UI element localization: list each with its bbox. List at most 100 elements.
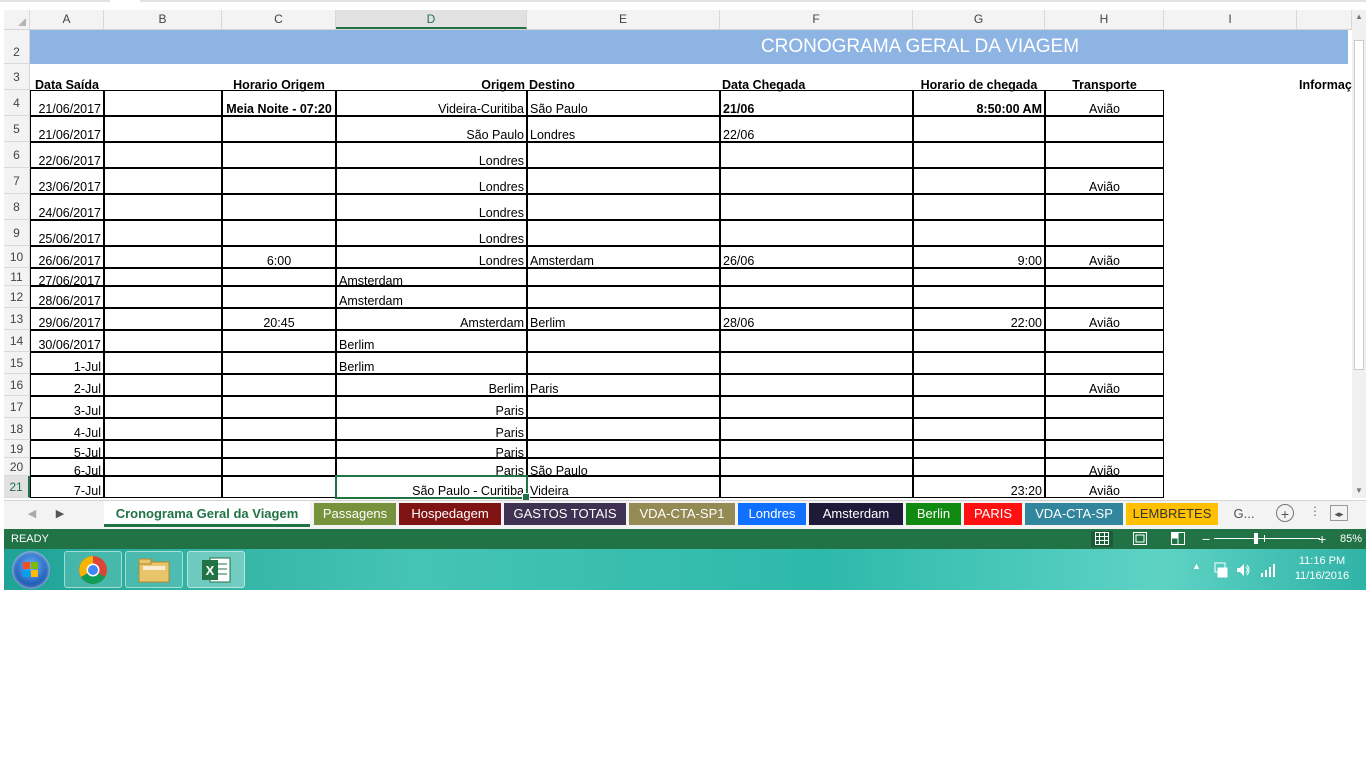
cell-f9[interactable] — [720, 220, 913, 246]
sheet-tab-overflow[interactable]: G... — [1224, 503, 1264, 525]
cell-f6[interactable] — [720, 142, 913, 168]
sheet-tab-passagens[interactable]: Passagens — [314, 503, 396, 525]
tray-up-arrow-icon[interactable]: ▲ — [1192, 561, 1201, 571]
cell-b4[interactable] — [104, 90, 222, 116]
cell-e11[interactable] — [527, 268, 720, 286]
cell-c16[interactable] — [222, 374, 336, 396]
cell-c20[interactable] — [222, 458, 336, 476]
cell-h6[interactable] — [1045, 142, 1164, 168]
cell-g7[interactable] — [913, 168, 1045, 194]
cell-g14[interactable] — [913, 330, 1045, 352]
cell-b17[interactable] — [104, 396, 222, 418]
cell-g13[interactable]: 22:00 — [913, 308, 1045, 330]
cell-h14[interactable] — [1045, 330, 1164, 352]
cell-c21[interactable] — [222, 476, 336, 498]
column-header-c[interactable]: C — [222, 10, 336, 29]
cell-f8[interactable] — [720, 194, 913, 220]
cell-a7[interactable]: 23/06/2017 — [30, 168, 104, 194]
row-header-15[interactable]: 15 — [4, 352, 30, 374]
cell-e8[interactable] — [527, 194, 720, 220]
cell-g17[interactable] — [913, 396, 1045, 418]
cell-f13[interactable]: 28/06 — [720, 308, 913, 330]
row-header-4[interactable]: 4 — [4, 90, 30, 116]
cell-g10[interactable]: 9:00 — [913, 246, 1045, 268]
row-header-19[interactable]: 19 — [4, 440, 30, 458]
row-header-2[interactable]: 2 — [4, 30, 30, 64]
cell-g18[interactable] — [913, 418, 1045, 440]
page-layout-icon[interactable] — [1129, 531, 1151, 547]
row-header-7[interactable]: 7 — [4, 168, 30, 194]
cell-h11[interactable] — [1045, 268, 1164, 286]
zoom-slider-thumb[interactable] — [1254, 533, 1258, 544]
cell-d16[interactable]: Berlim — [336, 374, 527, 396]
cell-c14[interactable] — [222, 330, 336, 352]
cell-d21[interactable]: São Paulo - Curitiba — [336, 476, 527, 498]
row-header-8[interactable]: 8 — [4, 194, 30, 220]
cell-f5[interactable]: 22/06 — [720, 116, 913, 142]
cell-d17[interactable]: Paris — [336, 396, 527, 418]
cell-h10[interactable]: Avião — [1045, 246, 1164, 268]
cell-f18[interactable] — [720, 418, 913, 440]
column-header-f[interactable]: F — [720, 10, 913, 29]
cell-e10[interactable]: Amsterdam — [527, 246, 720, 268]
sheet-tab-amsterdam[interactable]: Amsterdam — [809, 503, 903, 525]
row-header-18[interactable]: 18 — [4, 418, 30, 440]
row-header-12[interactable]: 12 — [4, 286, 30, 308]
cell-b8[interactable] — [104, 194, 222, 220]
header-j[interactable]: Informaç — [1297, 64, 1357, 92]
cell-f10[interactable]: 26/06 — [720, 246, 913, 268]
sheet-tab-berlin[interactable]: Berlin — [906, 503, 961, 525]
cell-b11[interactable] — [104, 268, 222, 286]
cell-e13[interactable]: Berlim — [527, 308, 720, 330]
cell-d6[interactable]: Londres — [336, 142, 527, 168]
cell-a6[interactable]: 22/06/2017 — [30, 142, 104, 168]
column-header-j[interactable] — [1297, 10, 1352, 29]
cell-d4[interactable]: Videira-Curitiba — [336, 90, 527, 116]
cell-a4[interactable]: 21/06/2017 — [30, 90, 104, 116]
zoom-in-button[interactable]: + — [1318, 529, 1326, 549]
cell-g16[interactable] — [913, 374, 1045, 396]
cell-a21[interactable]: 7-Jul — [30, 476, 104, 498]
tab-scroll-right-icon[interactable]: ▶ — [52, 505, 68, 523]
row-header-10[interactable]: 10 — [4, 246, 30, 268]
cell-b6[interactable] — [104, 142, 222, 168]
cell-h5[interactable] — [1045, 116, 1164, 142]
cell-a9[interactable]: 25/06/2017 — [30, 220, 104, 246]
header-f[interactable]: Data Chegada — [720, 64, 913, 92]
cell-a12[interactable]: 28/06/2017 — [30, 286, 104, 308]
vertical-scrollbar[interactable]: ▲ ▼ — [1352, 10, 1366, 498]
cell-e16[interactable]: Paris — [527, 374, 720, 396]
cell-b15[interactable] — [104, 352, 222, 374]
tab-splitter-dots-icon[interactable]: ⋮ — [1308, 504, 1322, 524]
cell-h12[interactable] — [1045, 286, 1164, 308]
worksheet-grid[interactable]: CRONOGRAMA GERAL DA VIAGEM Data Saída Hor… — [30, 30, 1352, 501]
cell-e19[interactable] — [527, 440, 720, 458]
header-g[interactable]: Horario de chegada — [913, 64, 1045, 92]
header-c[interactable]: Horario Origem — [222, 64, 336, 92]
cell-e17[interactable] — [527, 396, 720, 418]
cell-a13[interactable]: 29/06/2017 — [30, 308, 104, 330]
cell-h13[interactable]: Avião — [1045, 308, 1164, 330]
sheet-tab-paris[interactable]: PARIS — [964, 503, 1022, 525]
new-sheet-icon[interactable]: + — [1276, 504, 1294, 522]
vertical-scroll-thumb[interactable] — [1354, 40, 1364, 370]
sheet-scroll-split-icon[interactable]: ◂▸ — [1330, 505, 1348, 521]
cell-c17[interactable] — [222, 396, 336, 418]
header-a[interactable]: Data Saída — [30, 64, 104, 92]
cell-c9[interactable] — [222, 220, 336, 246]
cell-b20[interactable] — [104, 458, 222, 476]
cell-a10[interactable]: 26/06/2017 — [30, 246, 104, 268]
cell-d13[interactable]: Amsterdam — [336, 308, 527, 330]
cell-d14[interactable]: Berlim — [336, 330, 527, 352]
sheet-tab-vda-cta-sp1[interactable]: VDA-CTA-SP1 — [629, 503, 735, 525]
cell-g12[interactable] — [913, 286, 1045, 308]
column-header-d[interactable]: D — [336, 10, 527, 29]
cell-d12[interactable]: Amsterdam — [336, 286, 527, 308]
cell-c19[interactable] — [222, 440, 336, 458]
cell-d20[interactable]: Paris — [336, 458, 527, 478]
cell-g8[interactable] — [913, 194, 1045, 220]
column-header-e[interactable]: E — [527, 10, 720, 29]
cell-d15[interactable]: Berlim — [336, 352, 527, 374]
cell-h17[interactable] — [1045, 396, 1164, 418]
cell-c10[interactable]: 6:00 — [222, 246, 336, 268]
